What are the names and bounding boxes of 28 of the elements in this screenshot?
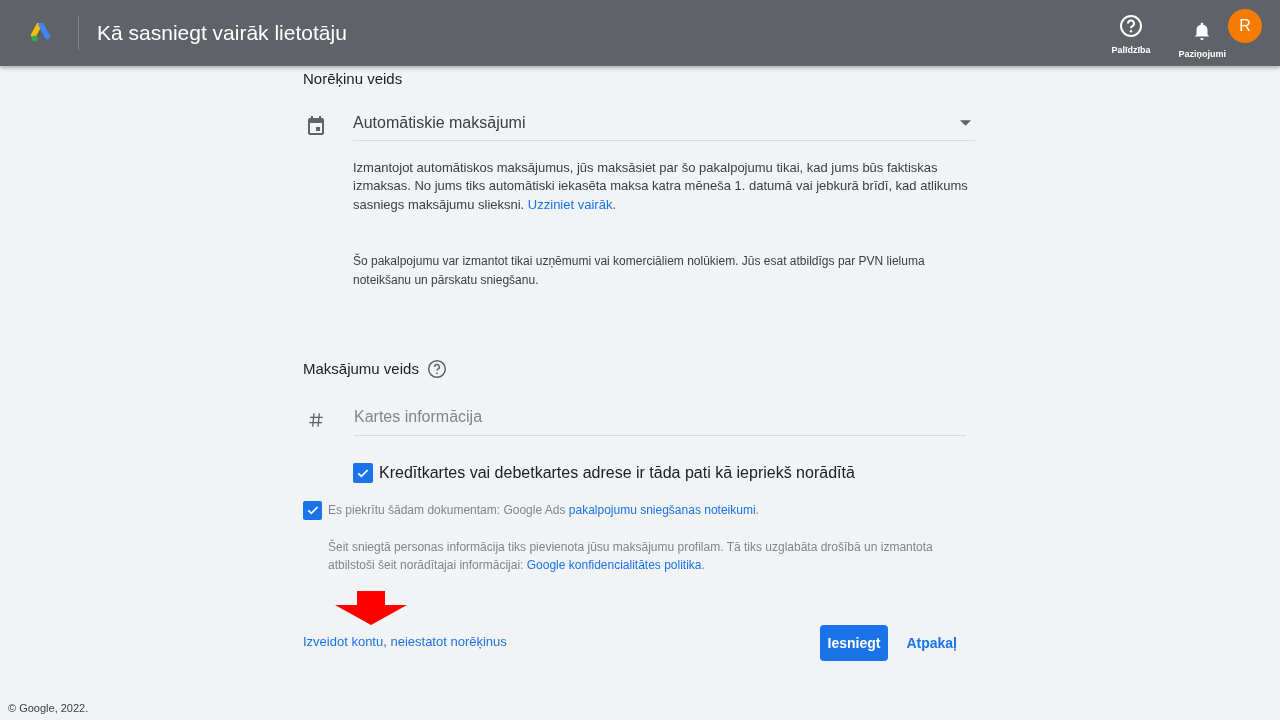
checkbox-label: Kredītkartes vai debetkartes adrese ir tāda pati kā iepriekš norādītā (379, 462, 855, 483)
help-button[interactable]: Palīdzība (1111, 13, 1151, 57)
checkbox[interactable] (353, 462, 373, 483)
privacy-link[interactable]: Google konfidencialitātes politika (526, 558, 702, 572)
page-title: Kā sasniegt vairāk lietotāju (97, 20, 347, 47)
down-arrow-icon (335, 590, 407, 625)
copyright-text: © Google, 2022. (8, 701, 89, 716)
note-text: Šo pakalpojumu var izmantot tikai uzņēmumi vai komerciāliem nolūkiem. Jūs esat atbildīgs par PVN lieluma noteikšanu un pārskatu sniegšanu. (353, 252, 926, 289)
privacy-text: Šeit sniegtā personas informācija tiks pievienota jūsu maksājumu profilam. Tā tiks uzglabāta drošībā un izmantota atbilstoši šeit norādītajai informācijai: Google konfidencialitātes politika. (328, 538, 934, 574)
billing-dropdown[interactable]: Automātiskie maksājumi (353, 110, 975, 141)
notifications-button[interactable]: Paziņojumi (1178, 19, 1226, 61)
card-input-field[interactable]: Kartes informācija (354, 404, 966, 436)
caret-icon (960, 119, 971, 126)
logo-icon (31, 23, 53, 43)
learn-more-link[interactable]: Uzziniet vairāk. (527, 196, 616, 212)
avatar[interactable]: R (1228, 9, 1262, 43)
terms-text: Es piekrītu šādam dokumentam: Google Ads pakalpojumu sniegšanas noteikumi. (328, 502, 759, 519)
back-button[interactable]: Atpakaļ (898, 625, 965, 661)
description-text: Izmantojot automātiskos maksājumus, jūs maksāsiet par šo pakalpojumu tikai, kad jums būs faktiskas izmaksas. No jums tiks automātiski iekasēta maksa katra mēneša 1. datumā vai jebkurā brīdī, kad atlikums sasniegs maksājumu slieksni. Uzziniet vairāk. (353, 158, 969, 214)
section-heading: Maksājumu veids (303, 359, 419, 379)
checkbox[interactable] (303, 500, 322, 520)
terms-link[interactable]: pakalpojumu sniegšanas noteikumi (568, 503, 756, 517)
help-icon (1118, 13, 1143, 38)
hash-icon (308, 410, 324, 430)
submit-button[interactable]: Iesniegt (819, 625, 889, 661)
skip-billing-link[interactable]: Izveidot kontu, neiestatot norēķinus (303, 631, 507, 651)
section-heading: Norēķinu veids (303, 69, 404, 89)
help-icon (426, 359, 447, 380)
